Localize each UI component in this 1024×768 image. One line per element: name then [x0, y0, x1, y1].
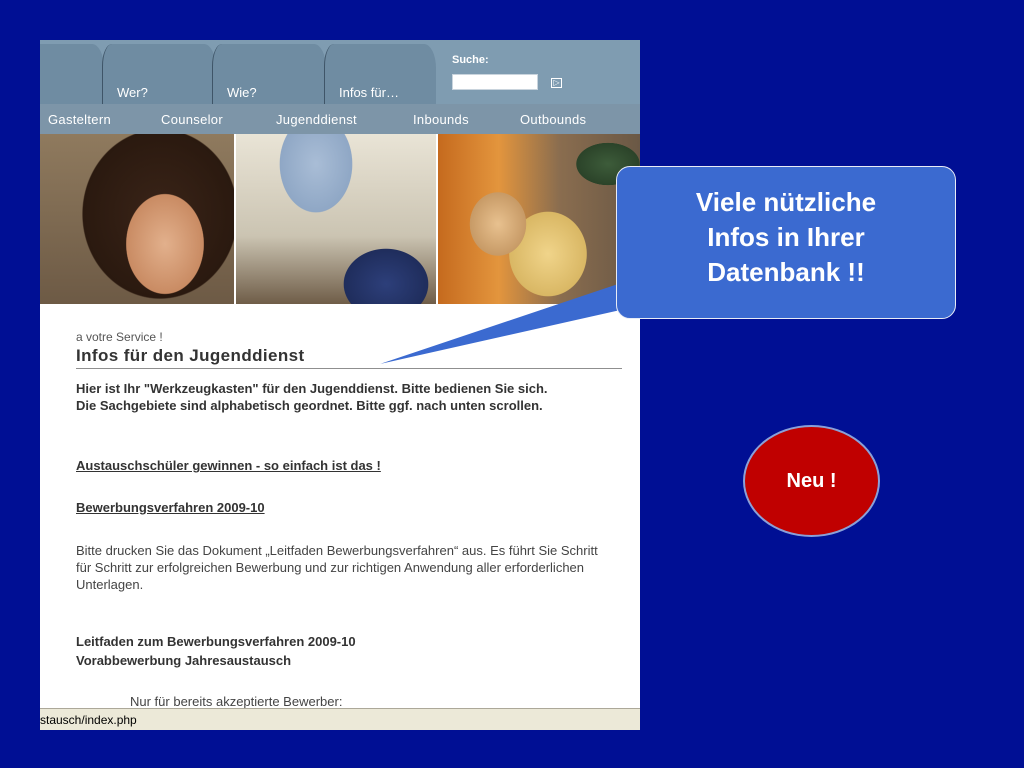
new-badge: Neu ! — [743, 425, 880, 537]
callout-line-2: Infos in Ihrer — [707, 222, 865, 252]
callout-pointer — [380, 282, 656, 364]
callout-line-1: Viele nützliche — [695, 187, 877, 217]
callout-bubble: Viele nützliche Infos in Ihrer Datenbank… — [616, 166, 956, 319]
callout-pointer-shape — [380, 282, 656, 364]
callout-line-3: Datenbank !! — [707, 257, 865, 287]
